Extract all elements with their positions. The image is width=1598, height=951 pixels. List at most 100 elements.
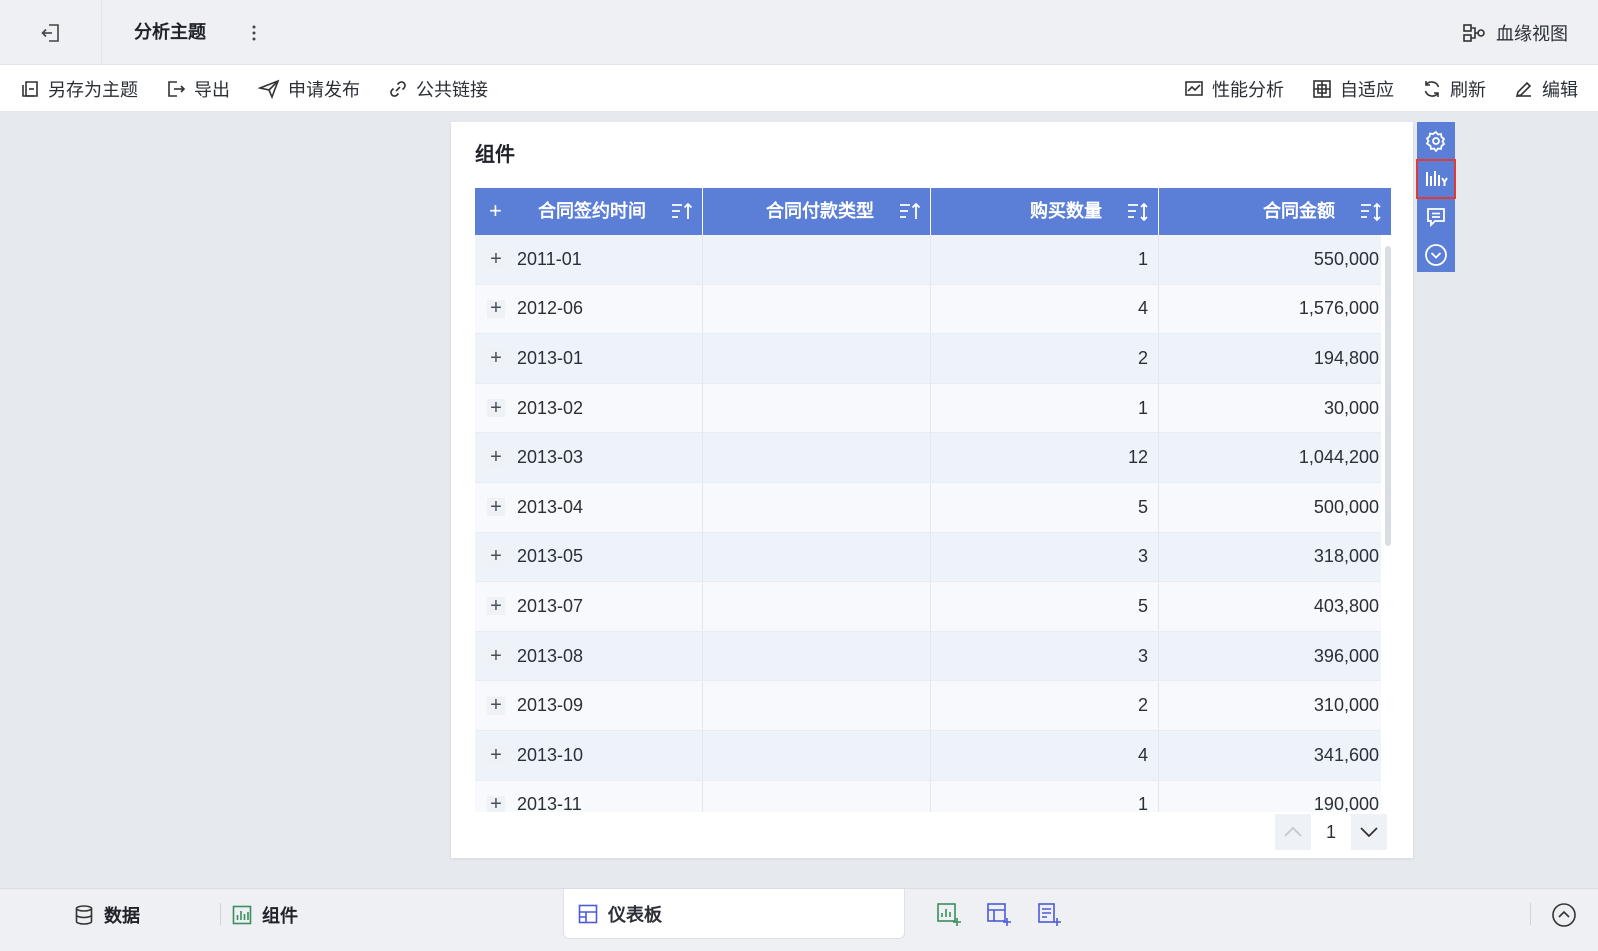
lineage-view-button[interactable]: 血缘视图: [1462, 0, 1568, 65]
column-label: 合同金额: [1263, 201, 1335, 221]
cell-date: 2013-01: [517, 347, 584, 368]
cell-qty: 5: [931, 582, 1159, 631]
collapse-bottom-bar-button[interactable]: [1550, 901, 1578, 929]
add-dimension-icon[interactable]: +: [489, 200, 502, 222]
edit-button[interactable]: 编辑: [1514, 76, 1578, 102]
chart-drill-button[interactable]: [1416, 159, 1456, 199]
column-header-payment-type[interactable]: 合同付款类型: [703, 188, 931, 235]
expand-row-icon[interactable]: +: [487, 297, 505, 319]
cell-type: [703, 582, 931, 631]
add-component-button[interactable]: [935, 901, 963, 929]
vertical-scrollbar[interactable]: [1385, 246, 1391, 546]
publish-label: 申请发布: [288, 79, 360, 100]
performance-analysis-button[interactable]: 性能分析: [1184, 76, 1284, 102]
cell-type: [703, 383, 931, 433]
database-icon: [74, 904, 94, 926]
expand-row-icon[interactable]: +: [487, 595, 505, 617]
expand-row-icon[interactable]: +: [487, 397, 505, 419]
table-row: +2011-01 1 550,000: [475, 235, 1381, 285]
cell-type: [703, 433, 931, 482]
adaptive-icon: [1312, 79, 1332, 99]
more-options-button[interactable]: [244, 20, 264, 46]
expand-row-icon[interactable]: +: [487, 347, 505, 369]
lineage-icon: [1462, 23, 1486, 43]
cell-date: 2013-04: [517, 496, 584, 517]
publish-request-button[interactable]: 申请发布: [258, 76, 360, 102]
cell-date: 2013-08: [517, 645, 584, 666]
expand-row-icon[interactable]: +: [487, 645, 505, 667]
chart-filter-icon: [1424, 168, 1448, 190]
data-tab[interactable]: 数据: [74, 889, 140, 941]
cell-qty: 12: [931, 433, 1159, 482]
next-page-button[interactable]: [1351, 814, 1387, 850]
divider: [1530, 903, 1531, 925]
table-body: +2011-01 1 550,000 +2012-06 4 1,576,000 +201…: [475, 235, 1381, 812]
dashboard-tab-label: 仪表板: [608, 904, 662, 925]
save-as-label: 另存为主题: [48, 79, 138, 100]
export-button[interactable]: 导出: [166, 76, 230, 102]
cell-amount: 1,576,000: [1298, 298, 1379, 319]
back-button[interactable]: [0, 0, 102, 65]
expand-row-icon[interactable]: +: [487, 694, 505, 716]
expand-row-icon[interactable]: +: [487, 496, 505, 518]
cell-date: 2013-11: [517, 794, 582, 812]
cell-qty: 5: [931, 482, 1159, 532]
title-bar: 分析主题 血缘视图: [0, 0, 1598, 65]
previous-page-button[interactable]: [1275, 814, 1311, 850]
refresh-button[interactable]: 刷新: [1422, 76, 1486, 102]
expand-row-icon[interactable]: +: [487, 744, 505, 766]
sort-both-icon[interactable]: [1359, 201, 1383, 223]
refresh-icon: [1422, 79, 1442, 99]
cell-qty: 3: [931, 532, 1159, 582]
link-icon: [388, 79, 408, 99]
table-row: +2013-08 3 396,000: [475, 631, 1381, 682]
edit-icon: [1514, 79, 1534, 99]
expand-row-icon[interactable]: +: [487, 793, 505, 812]
cell-date: 2012-06: [517, 298, 584, 319]
public-link-button[interactable]: 公共链接: [388, 76, 488, 102]
expand-row-icon[interactable]: +: [487, 446, 505, 468]
table-row: +2013-05 3 318,000: [475, 532, 1381, 583]
cell-amount: 500,000: [1313, 496, 1379, 517]
expand-row-icon[interactable]: +: [487, 545, 505, 567]
comment-icon: [1425, 206, 1447, 228]
sort-asc-icon[interactable]: [898, 201, 922, 223]
chevron-down-circle-icon: [1424, 243, 1448, 267]
table-row: +2013-11 1 190,000: [475, 780, 1381, 812]
cell-type: [703, 235, 931, 284]
column-header-amount[interactable]: 合同金额: [1159, 188, 1391, 235]
dashboard-tab[interactable]: 仪表板: [563, 889, 905, 939]
pagination: 1: [1275, 814, 1387, 850]
adaptive-button[interactable]: 自适应: [1312, 76, 1394, 102]
component-settings-button[interactable]: [1417, 122, 1455, 160]
card-title: 组件: [475, 144, 515, 166]
cell-qty: 1: [931, 780, 1159, 812]
public-link-label: 公共链接: [416, 79, 488, 100]
table-row: +2013-09 2 310,000: [475, 681, 1381, 731]
save-as-subject-button[interactable]: 另存为主题: [20, 76, 138, 102]
expand-row-icon[interactable]: +: [487, 248, 505, 270]
table-row: +2013-01 2 194,800: [475, 334, 1381, 384]
lineage-label: 血缘视图: [1496, 23, 1568, 44]
sort-both-icon[interactable]: [1126, 201, 1150, 223]
add-report-icon: [1036, 902, 1062, 928]
edit-label: 编辑: [1542, 79, 1578, 100]
exit-icon: [40, 22, 62, 44]
cell-amount: 310,000: [1313, 695, 1379, 716]
column-header-quantity[interactable]: 购买数量: [931, 188, 1159, 235]
comment-button[interactable]: [1417, 198, 1455, 236]
component-tab[interactable]: 组件: [232, 889, 298, 941]
cell-qty: 1: [931, 235, 1159, 284]
chevron-up-icon: [1284, 827, 1302, 837]
add-dashboard-button[interactable]: [985, 901, 1013, 929]
table-row: +2013-02 1 30,000: [475, 383, 1381, 434]
bottom-bar: 数据 组件 仪表板: [0, 888, 1598, 951]
add-report-button[interactable]: [1035, 901, 1063, 929]
cell-date: 2013-07: [517, 595, 584, 616]
column-header-sign-time[interactable]: + 合同签约时间: [475, 188, 703, 235]
cell-amount: 403,800: [1313, 595, 1379, 616]
divider: [220, 903, 221, 925]
sort-asc-icon[interactable]: [670, 201, 694, 223]
more-actions-button[interactable]: [1417, 236, 1455, 274]
chevron-up-circle-icon: [1550, 901, 1578, 929]
